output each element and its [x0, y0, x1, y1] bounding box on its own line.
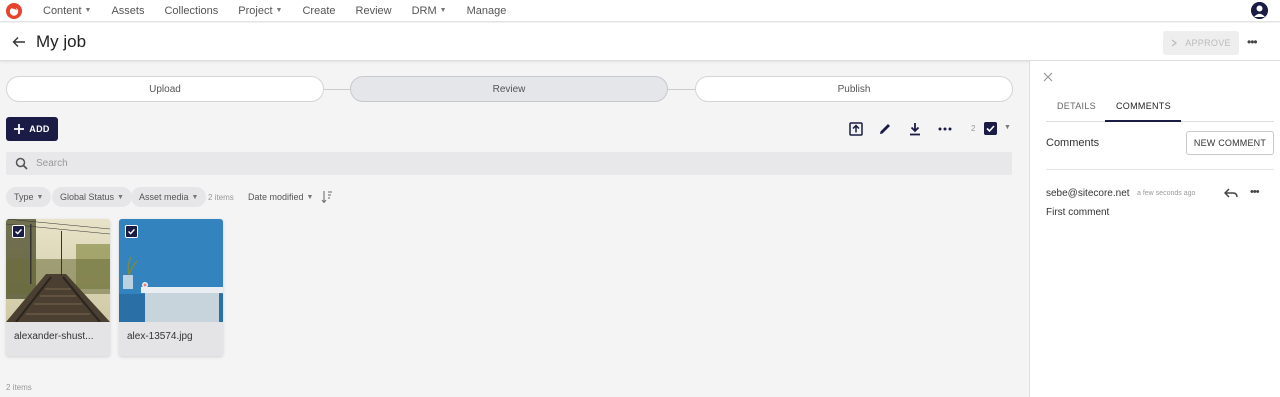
- item-count: 2 items: [208, 193, 234, 202]
- comments-panel: DETAILS COMMENTS Comments NEW COMMENT se…: [1029, 61, 1280, 397]
- asset-card[interactable]: alexander-shust...: [6, 219, 110, 356]
- asset-name: alexander-shust...: [14, 331, 94, 342]
- close-icon[interactable]: [1043, 72, 1053, 82]
- comment-author: sebe@sitecore.net: [1046, 188, 1130, 199]
- search-icon: [15, 157, 28, 170]
- filter-asset-media[interactable]: Asset media ▼: [131, 187, 207, 207]
- chevron-down-icon: ▼: [439, 7, 447, 14]
- asset-card[interactable]: alex-13574.jpg: [119, 219, 223, 356]
- divider: [1046, 169, 1274, 170]
- tab-details[interactable]: DETAILS: [1057, 101, 1096, 111]
- more-options-icon[interactable]: [937, 121, 953, 137]
- nav-assets[interactable]: Assets: [111, 5, 144, 17]
- sort-direction-icon[interactable]: [321, 190, 333, 204]
- nav-content[interactable]: Content ▼: [43, 5, 91, 17]
- search-input[interactable]: [36, 152, 996, 175]
- upload-icon[interactable]: [848, 121, 864, 137]
- add-button[interactable]: ADD: [6, 117, 58, 141]
- more-options-icon[interactable]: •••: [1250, 186, 1260, 198]
- nav-create[interactable]: Create: [302, 5, 335, 17]
- chevron-down-icon: ▼: [275, 7, 283, 14]
- chevron-down-icon: ▼: [117, 193, 124, 201]
- nav-collections[interactable]: Collections: [164, 5, 218, 17]
- chevron-down-icon: ▼: [84, 7, 92, 14]
- download-icon[interactable]: [907, 121, 923, 137]
- step-upload[interactable]: Upload: [6, 76, 324, 102]
- nav-review[interactable]: Review: [356, 5, 392, 17]
- plus-icon: [14, 124, 25, 134]
- back-arrow-icon[interactable]: [11, 34, 27, 50]
- asset-checkbox[interactable]: [12, 225, 25, 238]
- tab-comments[interactable]: COMMENTS: [1116, 101, 1171, 111]
- sort-dropdown[interactable]: Date modified ▼: [248, 192, 313, 202]
- comments-heading: Comments: [1046, 137, 1100, 149]
- filter-global-status[interactable]: Global Status ▼: [52, 187, 132, 207]
- nav-drm[interactable]: DRM ▼: [412, 5, 447, 17]
- comment-text: First comment: [1046, 207, 1110, 218]
- nav-manage[interactable]: Manage: [467, 5, 507, 17]
- select-all-checkbox[interactable]: [984, 122, 997, 135]
- asset-name: alex-13574.jpg: [127, 331, 193, 342]
- user-avatar-icon[interactable]: [1251, 2, 1268, 19]
- page-header: My job APPROVE •••: [0, 23, 1280, 61]
- footer-item-count: 2 items: [6, 383, 32, 392]
- chevron-down-icon: ▼: [306, 193, 314, 201]
- more-options-icon[interactable]: •••: [1247, 35, 1258, 49]
- chevron-down-icon: ▼: [36, 193, 44, 201]
- step-publish[interactable]: Publish: [695, 76, 1013, 102]
- filter-type[interactable]: Type ▼: [6, 187, 52, 207]
- selected-count: 2: [971, 124, 976, 133]
- search-bar: [6, 152, 1012, 175]
- step-review[interactable]: Review: [350, 76, 668, 102]
- app-logo-icon[interactable]: [5, 2, 23, 20]
- new-comment-button[interactable]: NEW COMMENT: [1186, 131, 1274, 155]
- asset-checkbox[interactable]: [125, 225, 138, 238]
- nav-project[interactable]: Project ▼: [238, 5, 282, 17]
- chevron-right-icon: [1171, 39, 1178, 47]
- chevron-down-icon[interactable]: ▼: [1004, 124, 1011, 131]
- comment-timestamp: a few seconds ago: [1137, 190, 1196, 197]
- active-tab-indicator: [1105, 120, 1181, 122]
- chevron-down-icon: ▼: [191, 193, 199, 201]
- workflow-stepper: Upload Review Publish: [6, 76, 1013, 102]
- top-navigation: Content ▼ Assets Collections Project ▼ Cre…: [0, 0, 1280, 22]
- page-title: My job: [36, 32, 87, 51]
- reply-icon[interactable]: [1224, 187, 1238, 199]
- approve-button[interactable]: APPROVE: [1163, 31, 1239, 55]
- edit-pencil-icon[interactable]: [877, 121, 893, 137]
